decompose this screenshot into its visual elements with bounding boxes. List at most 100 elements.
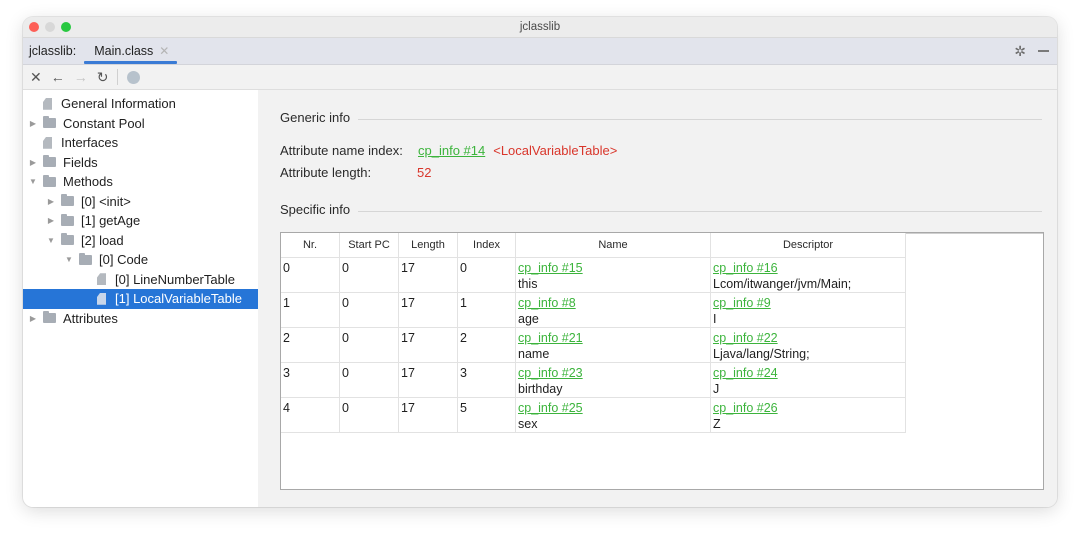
close-icon[interactable]: ✕ bbox=[159, 38, 169, 64]
name-value: sex bbox=[518, 417, 538, 431]
tab-label: Main.class bbox=[94, 44, 154, 58]
cell-nr: 4 bbox=[281, 397, 340, 433]
attribute-name-index-link[interactable]: cp_info #14 bbox=[418, 143, 485, 158]
expand-arrow-icon[interactable]: ▶ bbox=[27, 158, 39, 167]
folder-icon bbox=[43, 174, 56, 187]
descriptor-value: Lcom/itwanger/jvm/Main; bbox=[713, 277, 852, 291]
tree-node[interactable]: General Information bbox=[23, 94, 258, 114]
globe-icon[interactable] bbox=[127, 70, 141, 84]
zoom-window-button[interactable] bbox=[61, 22, 71, 32]
name-value: birthday bbox=[518, 382, 563, 396]
folder-icon bbox=[43, 155, 56, 168]
table-row[interactable]: 3 0 17 3 cp_info #23 birthday cp_info #24 J bbox=[281, 362, 906, 398]
expand-arrow-icon[interactable]: ▶ bbox=[45, 216, 57, 225]
cell-name: cp_info #8 age bbox=[515, 292, 711, 328]
column-header-descriptor[interactable]: Descriptor bbox=[710, 233, 906, 258]
name-value: age bbox=[518, 312, 539, 326]
detail-pane: Generic info Attribute name index: cp_in… bbox=[258, 90, 1057, 507]
cell-name: cp_info #15 this bbox=[515, 257, 711, 293]
cell-name: cp_info #23 birthday bbox=[515, 362, 711, 398]
descriptor-cp-info-link[interactable]: cp_info #9 bbox=[713, 295, 903, 311]
tree-node[interactable]: Interfaces bbox=[23, 133, 258, 153]
close-file-icon[interactable]: ✕ bbox=[30, 70, 42, 84]
column-header-index[interactable]: Index bbox=[457, 233, 516, 258]
table-row[interactable]: 2 0 17 2 cp_info #21 name cp_info #22 Ljava/lan… bbox=[281, 327, 906, 363]
expand-arrow-icon[interactable]: ▶ bbox=[27, 314, 39, 323]
tab-main-class[interactable]: Main.class ✕ bbox=[84, 38, 178, 64]
name-cp-info-link[interactable]: cp_info #8 bbox=[518, 295, 708, 311]
back-arrow-icon[interactable]: ← bbox=[51, 70, 65, 84]
cell-length: 17 bbox=[398, 327, 458, 363]
folder-icon bbox=[61, 213, 74, 226]
cell-length: 17 bbox=[398, 292, 458, 328]
tree-node[interactable]: ▼ [2] load bbox=[23, 231, 258, 251]
close-window-button[interactable] bbox=[29, 22, 39, 32]
name-value: this bbox=[518, 277, 538, 291]
tree-node[interactable]: [0] LineNumberTable bbox=[23, 270, 258, 290]
tree-node[interactable]: ▶ Constant Pool bbox=[23, 114, 258, 134]
tree-node[interactable]: ▶ [0] <init> bbox=[23, 192, 258, 212]
descriptor-cp-info-link[interactable]: cp_info #22 bbox=[713, 330, 903, 346]
cell-nr: 1 bbox=[281, 292, 340, 328]
attribute-length-label: Attribute length: bbox=[280, 165, 372, 180]
forward-arrow-icon[interactable]: → bbox=[74, 70, 88, 84]
cell-start-pc: 0 bbox=[339, 397, 399, 433]
tab-bar: jclasslib: Main.class ✕ ✲ bbox=[23, 38, 1057, 65]
cell-descriptor: cp_info #9 I bbox=[710, 292, 906, 328]
table-row[interactable]: 0 0 17 0 cp_info #15 this cp_info #16 Lcom/itwa… bbox=[281, 257, 906, 293]
tree-node[interactable]: ▶ [1] getAge bbox=[23, 211, 258, 231]
table-row[interactable]: 4 0 17 5 cp_info #25 sex cp_info #26 Z bbox=[281, 397, 906, 433]
tree-node-label: Fields bbox=[63, 154, 98, 170]
specific-info-title: Specific info bbox=[280, 202, 351, 217]
column-header-start-pc[interactable]: Start PC bbox=[339, 233, 399, 258]
cell-descriptor: cp_info #26 Z bbox=[710, 397, 906, 433]
name-cp-info-link[interactable]: cp_info #25 bbox=[518, 400, 708, 416]
collapse-arrow-icon[interactable]: ▼ bbox=[63, 255, 75, 264]
collapse-arrow-icon[interactable]: ▼ bbox=[45, 236, 57, 245]
column-header-nr[interactable]: Nr. bbox=[281, 233, 340, 258]
name-cp-info-link[interactable]: cp_info #23 bbox=[518, 365, 708, 381]
class-tree: General Information ▶ Constant Pool Interfa… bbox=[23, 90, 258, 507]
file-icon bbox=[97, 292, 106, 305]
tree-node-label: [0] Code bbox=[99, 252, 149, 268]
attribute-name-index-row: Attribute name index: cp_info #14 <Local… bbox=[280, 143, 617, 158]
cell-descriptor: cp_info #22 Ljava/lang/String; bbox=[710, 327, 906, 363]
attribute-length-value: 52 bbox=[417, 165, 432, 180]
tree-node-label: [0] <init> bbox=[81, 193, 131, 209]
descriptor-cp-info-link[interactable]: cp_info #26 bbox=[713, 400, 903, 416]
gear-icon[interactable]: ✲ bbox=[1014, 43, 1026, 60]
cell-nr: 3 bbox=[281, 362, 340, 398]
tree-node[interactable]: ▼ Methods bbox=[23, 172, 258, 192]
minimize-window-button[interactable] bbox=[45, 22, 55, 32]
expand-arrow-icon[interactable]: ▶ bbox=[27, 119, 39, 128]
tree-node[interactable]: ▼ [0] Code bbox=[23, 250, 258, 270]
name-cp-info-link[interactable]: cp_info #15 bbox=[518, 260, 708, 276]
collapse-arrow-icon[interactable]: ▼ bbox=[27, 177, 39, 186]
tree-node-label: Interfaces bbox=[61, 135, 119, 151]
cell-start-pc: 0 bbox=[339, 292, 399, 328]
expand-arrow-icon[interactable]: ▶ bbox=[45, 197, 57, 206]
descriptor-value: J bbox=[713, 382, 720, 396]
hide-panel-icon[interactable] bbox=[1038, 50, 1049, 52]
descriptor-cp-info-link[interactable]: cp_info #16 bbox=[713, 260, 903, 276]
table-header-row: Nr. Start PC Length Index Name Descripto… bbox=[281, 233, 906, 258]
attribute-name-value: <LocalVariableTable> bbox=[493, 143, 618, 158]
column-header-length[interactable]: Length bbox=[398, 233, 458, 258]
specific-info-header: Specific info bbox=[280, 202, 1042, 217]
name-cp-info-link[interactable]: cp_info #21 bbox=[518, 330, 708, 346]
reload-icon[interactable]: ↻ bbox=[97, 70, 109, 84]
tree-node[interactable]: ▶ Attributes bbox=[23, 309, 258, 329]
tree-node[interactable]: ▶ Fields bbox=[23, 153, 258, 173]
column-header-name[interactable]: Name bbox=[515, 233, 711, 258]
window-controls bbox=[29, 22, 71, 32]
descriptor-cp-info-link[interactable]: cp_info #24 bbox=[713, 365, 903, 381]
table-row[interactable]: 1 0 17 1 cp_info #8 age cp_info #9 I bbox=[281, 292, 906, 328]
tree-node-label: [2] load bbox=[81, 232, 124, 248]
tree-node[interactable]: [1] LocalVariableTable bbox=[23, 289, 258, 309]
local-variable-table: Nr. Start PC Length Index Name Descripto… bbox=[280, 232, 1044, 490]
descriptor-value: Z bbox=[713, 417, 721, 431]
tree-node-label: Methods bbox=[63, 174, 113, 190]
cell-nr: 0 bbox=[281, 257, 340, 293]
app-window: jclasslib jclasslib: Main.class ✕ ✲ ✕ ← … bbox=[23, 17, 1057, 507]
cell-index: 1 bbox=[457, 292, 516, 328]
